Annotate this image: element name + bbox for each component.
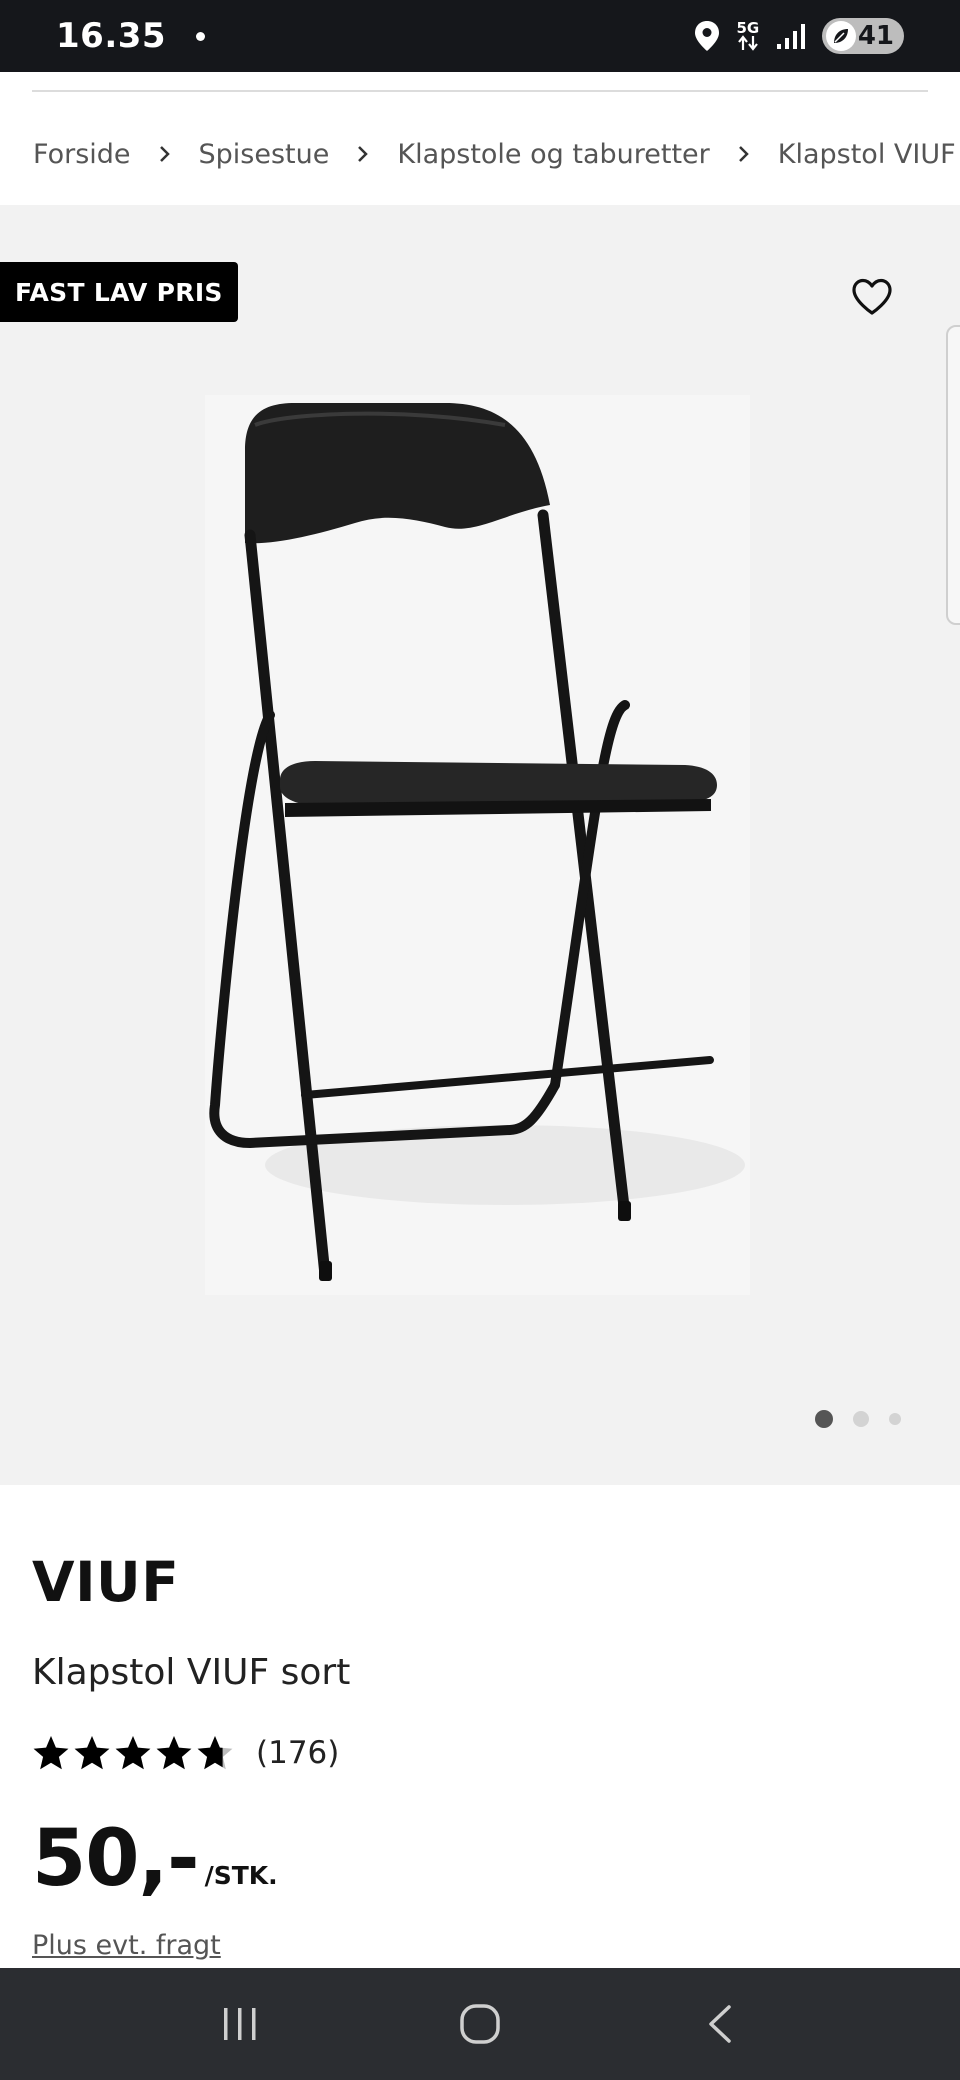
price: 50,- (32, 1814, 200, 1904)
product-name: Klapstol VIUF sort (32, 1652, 351, 1693)
status-right: 5G 41 (694, 18, 904, 54)
breadcrumb-item-current[interactable]: Klapstol VIUF sort (778, 139, 960, 170)
location-icon (694, 20, 720, 52)
price-badge: FAST LAV PRIS (0, 262, 238, 322)
notification-dot-icon (196, 31, 206, 41)
home-button[interactable] (440, 1984, 520, 2064)
carousel-dot-active[interactable] (815, 1410, 833, 1428)
product-image-gallery[interactable]: FAST LAV PRIS (0, 205, 960, 1485)
heart-icon (852, 278, 892, 315)
breadcrumb-item-dining[interactable]: Spisestue (199, 139, 330, 170)
status-left: 16.35 (56, 16, 206, 56)
price-unit: /STK. (204, 1861, 278, 1890)
back-button[interactable] (680, 1984, 760, 2064)
breadcrumb-item-home[interactable]: Forside (33, 139, 131, 170)
price-row: 50,- /STK. (32, 1820, 278, 1898)
star-rating (32, 1734, 234, 1772)
chevron-right-icon (738, 145, 750, 163)
battery-level: 41 (857, 21, 894, 51)
status-bar: 16.35 5G 41 (0, 0, 960, 72)
star-icon (156, 1736, 192, 1770)
home-icon (460, 2004, 500, 2044)
back-icon (709, 2005, 731, 2043)
scroll-handle[interactable] (946, 325, 960, 625)
battery-indicator: 41 (821, 18, 904, 54)
status-time: 16.35 (56, 16, 167, 56)
shipping-info-link[interactable]: Plus evt. fragt (32, 1930, 221, 1961)
review-count[interactable]: (176) (256, 1735, 339, 1771)
network-label: 5G (736, 19, 760, 37)
image-carousel-dots (815, 1410, 901, 1428)
chevron-right-icon (159, 145, 171, 163)
recent-apps-icon (224, 2008, 256, 2040)
product-brand: VIUF (32, 1550, 180, 1614)
signal-icon (776, 22, 806, 50)
product-photo-chair (209, 403, 745, 1281)
star-icon (115, 1736, 151, 1770)
system-navigation-bar (0, 1968, 960, 2080)
recent-apps-button[interactable] (200, 1984, 280, 2064)
carousel-dot[interactable] (853, 1411, 869, 1427)
star-icon (74, 1736, 110, 1770)
star-icon (33, 1736, 69, 1770)
battery-saver-icon (825, 21, 856, 51)
chevron-right-icon (357, 145, 369, 163)
5g-data-icon: 5G (736, 21, 760, 51)
rating-row[interactable]: (176) (32, 1728, 339, 1778)
favorite-button[interactable] (848, 275, 896, 319)
star-icon (197, 1736, 233, 1770)
breadcrumb-item-folding-chairs[interactable]: Klapstole og taburetter (397, 139, 709, 170)
top-divider (32, 90, 928, 92)
breadcrumb: Forside Spisestue Klapstole og taburette… (33, 130, 960, 178)
carousel-dot[interactable] (889, 1413, 901, 1425)
